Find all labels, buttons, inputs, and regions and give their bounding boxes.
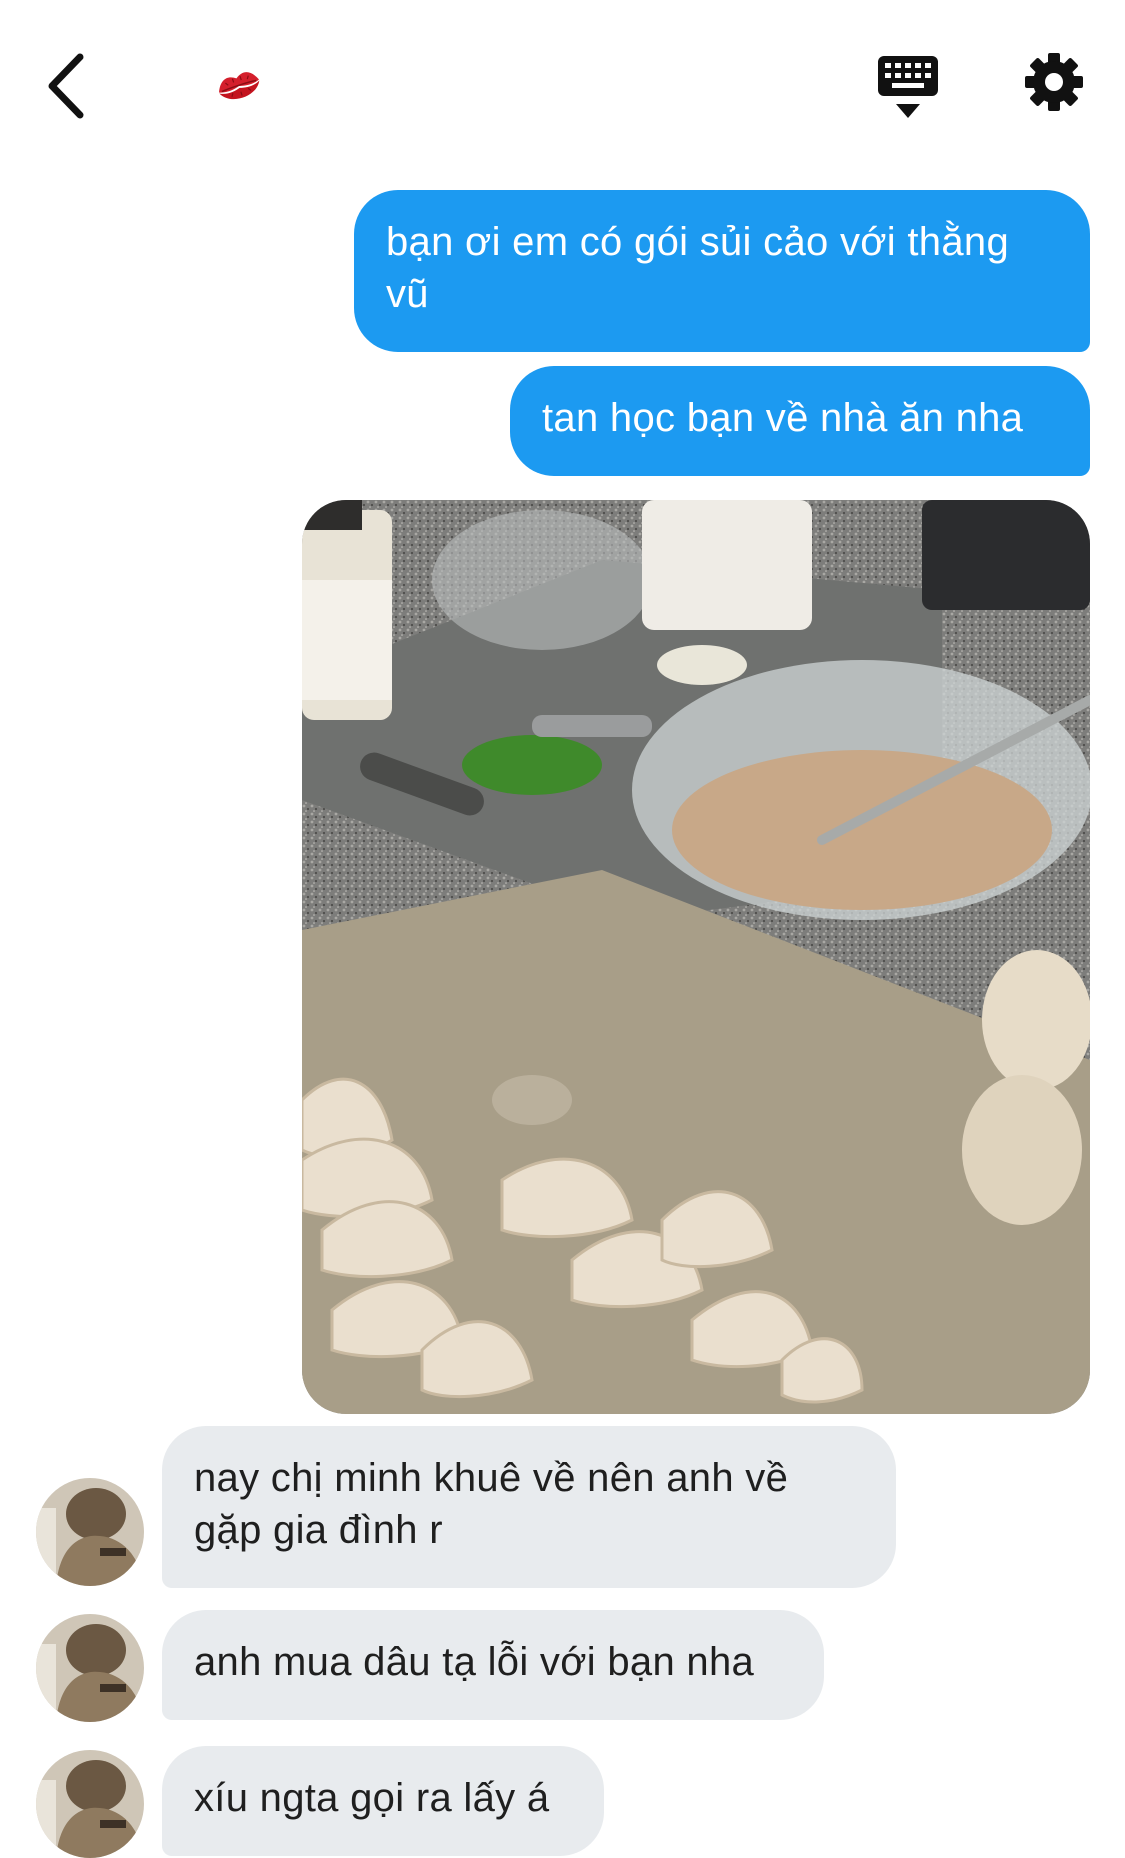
avatar[interactable] bbox=[36, 1478, 144, 1586]
keyboard-toggle-button[interactable] bbox=[876, 52, 940, 122]
avatar[interactable] bbox=[36, 1750, 144, 1858]
gear-icon bbox=[1025, 53, 1083, 111]
incoming-message-bubble[interactable]: nay chị minh khuê về nên anh về gặp gia … bbox=[162, 1426, 896, 1588]
outgoing-message-bubble[interactable]: bạn ơi em có gói sủi cảo với thằng vũ bbox=[354, 190, 1090, 352]
chevron-left-icon bbox=[48, 53, 84, 119]
incoming-message-bubble[interactable]: anh mua dâu tạ lỗi với bạn nha bbox=[162, 1610, 824, 1720]
avatar-image bbox=[36, 1750, 144, 1858]
avatar-image bbox=[36, 1478, 144, 1586]
dumpling-photo bbox=[302, 500, 1090, 1414]
chat-header bbox=[0, 0, 1125, 170]
outgoing-photo-message[interactable] bbox=[302, 500, 1090, 1414]
keyboard-hide-icon bbox=[878, 56, 938, 118]
incoming-message-bubble[interactable]: xíu ngta gọi ra lấy á bbox=[162, 1746, 604, 1856]
kiss-lips-icon bbox=[219, 72, 260, 99]
settings-button[interactable] bbox=[1022, 50, 1086, 114]
outgoing-message-bubble[interactable]: tan học bạn về nhà ăn nha bbox=[510, 366, 1090, 476]
back-button[interactable] bbox=[38, 48, 94, 124]
contact-name-kiss-icon[interactable] bbox=[214, 64, 264, 108]
avatar-image bbox=[36, 1614, 144, 1722]
avatar[interactable] bbox=[36, 1614, 144, 1722]
